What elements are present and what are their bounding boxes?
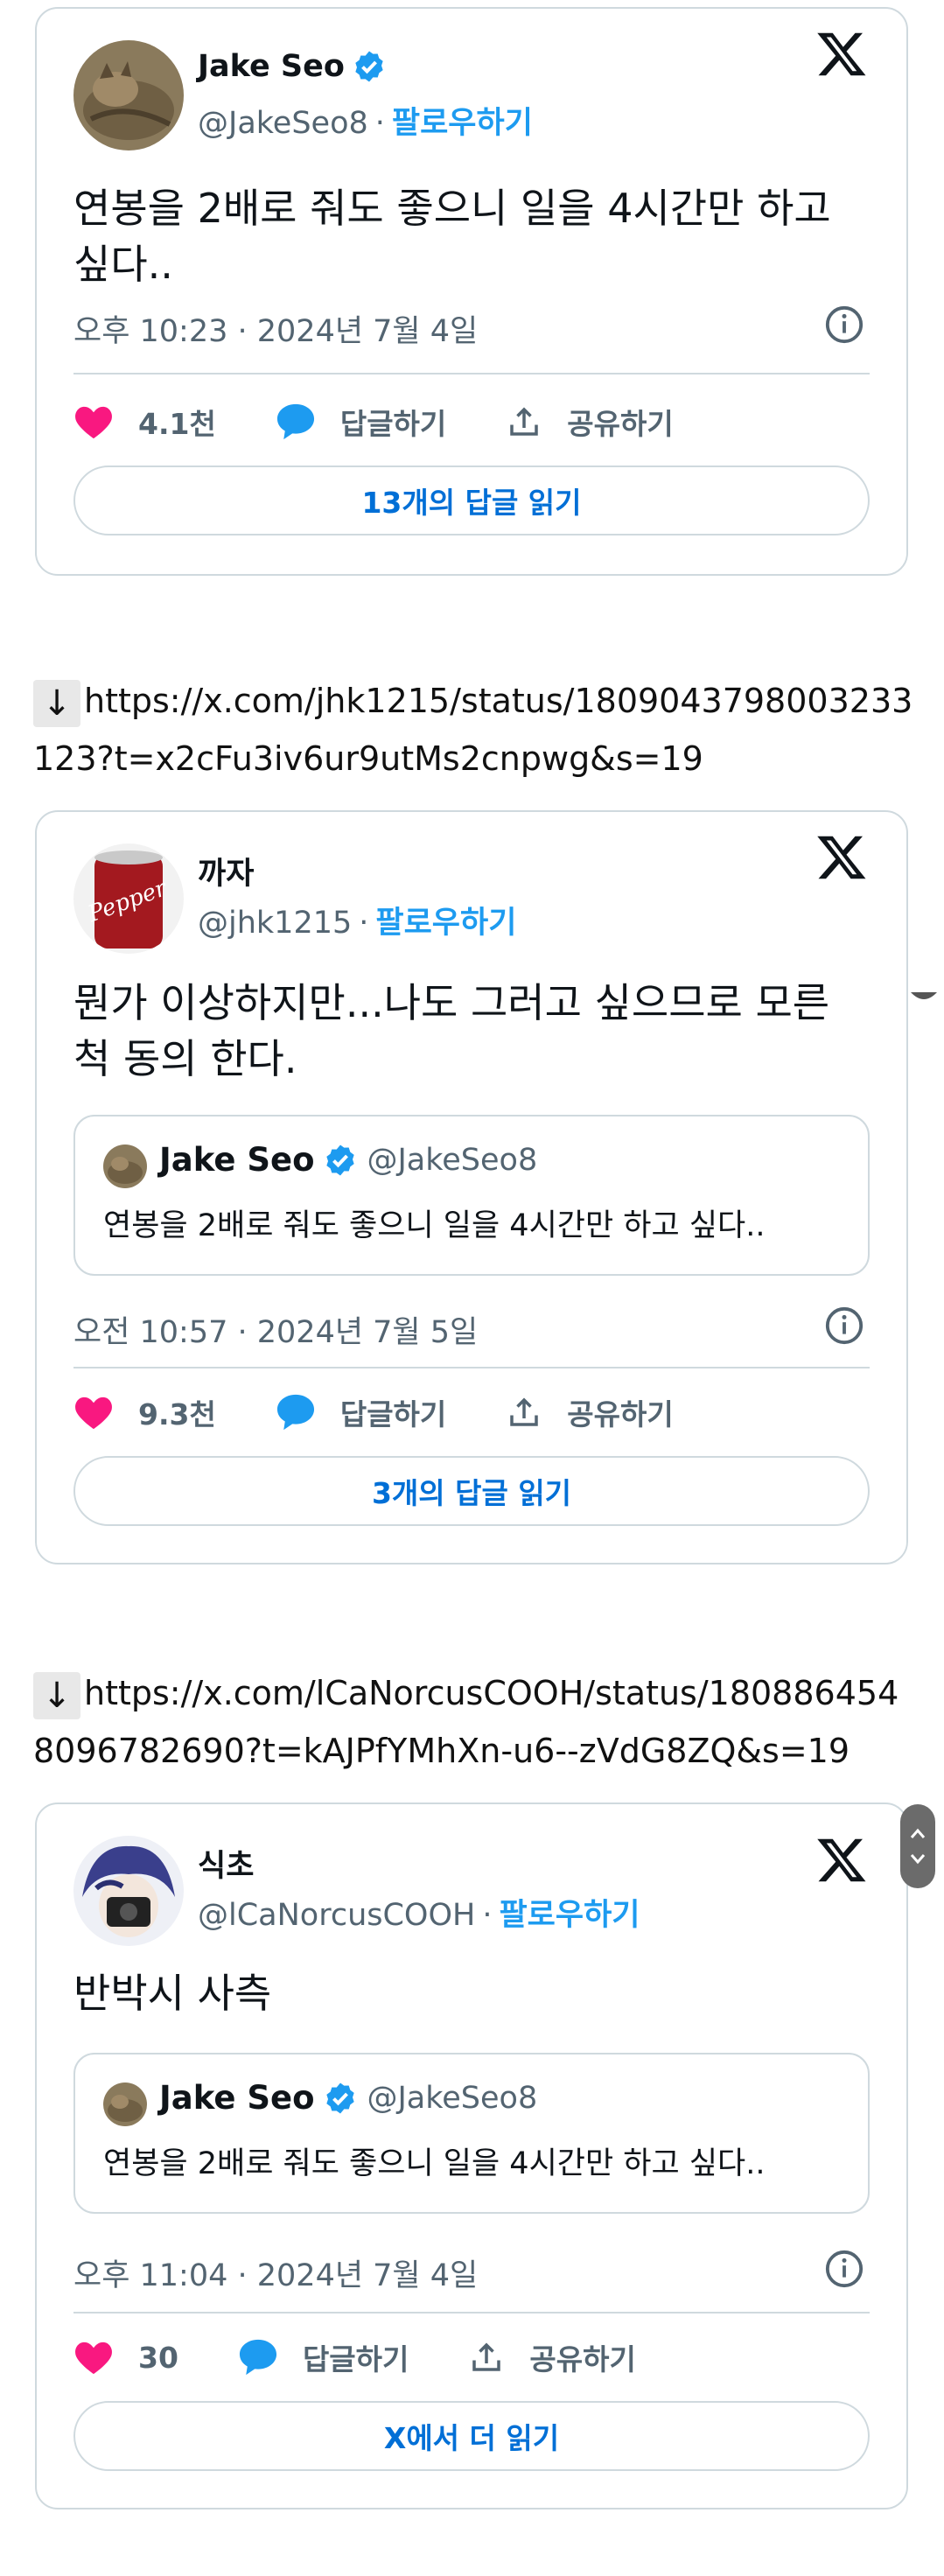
share-label: 공유하기: [567, 407, 674, 441]
quoted-author: Jake Seo @JakeSeo8: [159, 2079, 537, 2117]
heart-icon: [75, 406, 112, 439]
quoted-author: Jake Seo @JakeSeo8: [159, 1141, 537, 1179]
quoted-author-handle: @JakeSeo8: [367, 1142, 538, 1178]
separator-dot: ·: [359, 906, 369, 941]
author-handle[interactable]: @JakeSeo8: [198, 106, 368, 141]
reply-button[interactable]: 답글하기: [276, 1391, 446, 1433]
down-arrow-icon: ↓: [33, 679, 80, 727]
author-name[interactable]: 식초: [198, 1841, 254, 1886]
reply-label: 답글하기: [302, 2342, 409, 2376]
scroll-handle-icon[interactable]: [911, 987, 937, 1008]
tweet-text: 연봉을 2배로 줘도 좋으니 일을 4시간만 하고 싶다..: [73, 185, 831, 288]
quoted-author-name: Jake Seo: [159, 1141, 315, 1179]
speech-bubble-icon: [276, 403, 314, 440]
quoted-avatar: [103, 2082, 147, 2126]
x-logo-icon[interactable]: [815, 831, 868, 884]
follow-button[interactable]: 팔로우하기: [375, 906, 516, 941]
reply-button[interactable]: 답글하기: [238, 2336, 409, 2378]
divider: [73, 2312, 870, 2314]
x-logo-icon[interactable]: [815, 28, 868, 80]
link-text[interactable]: https://x.com/lCaNorcusCOOH/status/18088…: [33, 1674, 899, 1770]
like-count: 30: [138, 2340, 178, 2375]
read-replies-button[interactable]: 3개의 답글 읽기: [73, 1456, 870, 1526]
follow-button[interactable]: 팔로우하기: [392, 106, 533, 141]
share-button[interactable]: 공유하기: [468, 2336, 636, 2378]
tweet-timestamp[interactable]: 오후 11:04 · 2024년 7월 4일: [73, 2250, 478, 2295]
like-button[interactable]: 30: [73, 2339, 178, 2376]
share-button[interactable]: 공유하기: [506, 1391, 674, 1433]
tweet-card-3[interactable]: 식초 @lCaNorcusCOOH · 팔로우하기 반박시 사측 Jake Seo …: [35, 1802, 908, 2510]
tweet-timestamp[interactable]: 오후 10:23 · 2024년 7월 4일: [73, 306, 478, 351]
author-handle-row: @jhk1215 · 팔로우하기: [198, 898, 516, 942]
action-bar: 9.3천 답글하기 공유하기: [73, 1386, 733, 1438]
share-button[interactable]: 공유하기: [506, 401, 674, 443]
share-label: 공유하기: [529, 2342, 636, 2376]
tweet-text: 반박시 사측: [73, 1970, 272, 2017]
read-more-on-x-button[interactable]: X에서 더 읽기: [73, 2401, 870, 2471]
share-label: 공유하기: [567, 1397, 674, 1432]
verified-badge-icon: [355, 51, 383, 82]
quoted-author-handle: @JakeSeo8: [367, 2080, 538, 2116]
author-handle[interactable]: @lCaNorcusCOOH: [198, 1898, 475, 1933]
reply-button[interactable]: 답글하기: [276, 401, 446, 443]
source-link-3: ↓ https://x.com/lCaNorcusCOOH/status/1808…: [33, 1664, 917, 1780]
reply-label: 답글하기: [339, 407, 447, 441]
info-icon[interactable]: [824, 2249, 864, 2289]
verified-badge-icon: [326, 1144, 355, 1175]
down-arrow-icon: ↓: [33, 1671, 80, 1719]
like-button[interactable]: 9.3천: [73, 1391, 216, 1433]
heart-icon: [75, 2342, 112, 2375]
divider: [73, 1367, 870, 1368]
action-bar: 30 답글하기 공유하기: [73, 2331, 696, 2384]
quoted-avatar: [103, 1144, 147, 1188]
share-icon: [472, 2342, 501, 2371]
author-name[interactable]: Jake Seo: [198, 49, 387, 84]
author-handle-row: @lCaNorcusCOOH · 팔로우하기: [198, 1890, 640, 1935]
source-link-2: ↓ https://x.com/jhk1215/status/1809043798…: [33, 672, 917, 788]
link-text[interactable]: https://x.com/jhk1215/status/18090437980…: [33, 682, 913, 778]
share-icon: [510, 1397, 539, 1426]
quoted-text: 연봉을 2배로 줘도 좋으니 일을 4시간만 하고 싶다..: [103, 1208, 766, 1243]
like-count: 4.1천: [138, 407, 216, 441]
like-count: 9.3천: [138, 1397, 216, 1432]
speech-bubble-icon: [276, 1394, 314, 1431]
like-button[interactable]: 4.1천: [73, 401, 216, 443]
separator-dot: ·: [374, 106, 385, 141]
x-logo-icon[interactable]: [815, 1834, 868, 1886]
author-handle[interactable]: @jhk1215: [198, 906, 352, 941]
quoted-author-name: Jake Seo: [159, 2079, 315, 2117]
avatar[interactable]: [73, 1836, 184, 1946]
speech-bubble-icon: [239, 2339, 276, 2376]
avatar[interactable]: [73, 40, 184, 150]
heart-icon: [75, 1396, 112, 1430]
tweet-card-2[interactable]: Pepper 까자 @jhk1215 · 팔로우하기 뭔가 이상하지만...나도 그…: [35, 810, 908, 1564]
quoted-text: 연봉을 2배로 줘도 좋으니 일을 4시간만 하고 싶다..: [103, 2146, 766, 2181]
tweet-card-1[interactable]: Jake Seo @JakeSeo8 · 팔로우하기 연봉을 2배로 줘도 좋으니 …: [35, 7, 908, 576]
verified-badge-icon: [326, 2082, 355, 2113]
info-icon[interactable]: [824, 1306, 864, 1346]
tweet-text: 뭔가 이상하지만...나도 그러고 싶으므로 모른 척 동의 한다.: [73, 979, 830, 1082]
fast-scroll-thumb-icon[interactable]: [900, 1804, 935, 1888]
tweet-timestamp[interactable]: 오전 10:57 · 2024년 7월 5일: [73, 1307, 478, 1352]
quoted-tweet[interactable]: Jake Seo @JakeSeo8 연봉을 2배로 줘도 좋으니 일을 4시간…: [73, 1115, 870, 1276]
author-handle-row: @JakeSeo8 · 팔로우하기: [198, 98, 533, 143]
separator-dot: ·: [482, 1898, 493, 1933]
share-icon: [510, 407, 539, 436]
divider: [73, 373, 870, 374]
follow-button[interactable]: 팔로우하기: [499, 1898, 640, 1933]
reply-label: 답글하기: [339, 1397, 447, 1432]
author-name[interactable]: 까자: [198, 849, 254, 893]
read-replies-button[interactable]: 13개의 답글 읽기: [73, 466, 870, 536]
avatar[interactable]: Pepper: [73, 844, 184, 954]
quoted-tweet[interactable]: Jake Seo @JakeSeo8 연봉을 2배로 줘도 좋으니 일을 4시간…: [73, 2053, 870, 2214]
action-bar: 4.1천 답글하기 공유하기: [73, 396, 733, 448]
info-icon[interactable]: [824, 304, 864, 345]
